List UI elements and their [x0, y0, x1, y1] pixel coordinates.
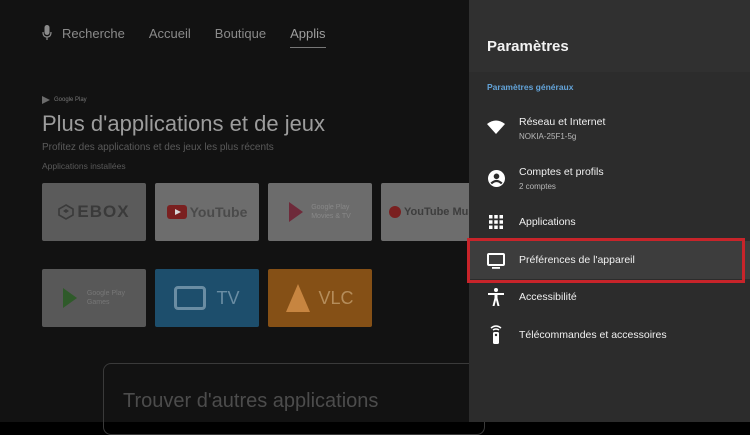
hero-subtitle: Profitez des applications et des jeux le… — [42, 142, 274, 153]
nav-search-label: Recherche — [62, 25, 125, 41]
settings-item-accessibility[interactable]: Accessibilité — [469, 278, 750, 316]
play-movies-icon — [289, 202, 304, 222]
settings-title: Paramètres — [487, 38, 569, 55]
settings-header — [469, 0, 750, 72]
hero-title: Plus d'applications et de jeux — [42, 111, 326, 136]
nav-home[interactable]: Accueil — [149, 26, 191, 41]
app-tile-google-play-movies[interactable]: Google Play Movies & TV — [268, 183, 372, 241]
microphone-icon — [42, 25, 52, 40]
settings-item-applications-label: Applications — [519, 216, 576, 228]
wifi-icon — [487, 118, 505, 136]
google-play-icon — [42, 96, 50, 104]
settings-panel: Paramètres Paramètres généraux Réseau et… — [469, 0, 750, 422]
nav-shop[interactable]: Boutique — [215, 26, 266, 41]
settings-item-network-sub: NOKIA-25F1-5g — [519, 132, 577, 141]
gp-games-line1: Google Play — [86, 290, 126, 297]
tv-screen-icon — [174, 286, 207, 310]
settings-item-remotes-label: Télécommandes et accessoires — [519, 329, 667, 341]
apps-grid-icon — [487, 213, 505, 231]
top-navigation: Recherche Accueil Boutique Applis — [42, 22, 350, 48]
settings-item-accounts[interactable]: Comptes et profils 2 comptes — [469, 158, 750, 196]
youtube-label: YouTube — [189, 204, 248, 220]
vlc-cone-icon — [286, 284, 311, 312]
settings-item-accounts-label: Comptes et profils — [519, 166, 604, 178]
settings-item-network[interactable]: Réseau et Internet NOKIA-25F1-5g — [469, 108, 750, 146]
remote-icon — [487, 325, 505, 344]
app-tile-youtube[interactable]: YouTube — [155, 183, 259, 241]
youtube-music-icon — [389, 206, 401, 218]
vlc-logo: VLC — [286, 284, 354, 312]
play-games-icon — [62, 288, 77, 308]
youtube-play-icon — [166, 205, 187, 219]
installed-apps-label: Applications installées — [42, 161, 126, 171]
selection-highlight-frame — [467, 238, 745, 283]
tv-app-logo: TV — [174, 286, 240, 310]
google-play-games-logo: Google Play Games — [62, 288, 126, 308]
ebox-logo: EBOX — [58, 202, 129, 222]
settings-item-accounts-sub: 2 comptes — [519, 182, 556, 191]
accessibility-icon — [487, 288, 505, 306]
app-tile-ebox[interactable]: EBOX — [42, 183, 146, 241]
settings-section-label: Paramètres généraux — [487, 82, 574, 92]
nav-search[interactable]: Recherche — [42, 25, 125, 41]
vlc-label: VLC — [318, 287, 354, 308]
find-more-apps-label: Trouver d'autres applications — [123, 390, 379, 412]
ebox-cube-icon — [58, 204, 75, 220]
app-tile-google-play-games[interactable]: Google Play Games — [42, 269, 146, 327]
nav-apps[interactable]: Applis — [290, 26, 326, 48]
ebox-label: EBOX — [77, 202, 130, 221]
google-play-badge-label: Google Play — [54, 97, 87, 103]
settings-item-accessibility-label: Accessibilité — [519, 291, 577, 303]
google-play-badge: Google Play — [42, 96, 87, 104]
app-tile-vlc[interactable]: VLC — [268, 269, 372, 327]
gp-movies-line1: Google Play — [311, 204, 350, 211]
account-icon — [487, 169, 505, 187]
settings-item-applications[interactable]: Applications — [469, 203, 750, 241]
tv-app-label: TV — [216, 287, 240, 308]
gp-games-line2: Games — [86, 299, 110, 306]
settings-item-network-label: Réseau et Internet — [519, 116, 606, 128]
settings-item-remotes[interactable]: Télécommandes et accessoires — [469, 316, 750, 354]
app-tile-tv[interactable]: TV — [155, 269, 259, 327]
google-play-movies-logo: Google Play Movies & TV — [289, 202, 351, 222]
youtube-logo: YouTube — [166, 204, 248, 220]
gp-movies-line2: Movies & TV — [311, 213, 351, 220]
